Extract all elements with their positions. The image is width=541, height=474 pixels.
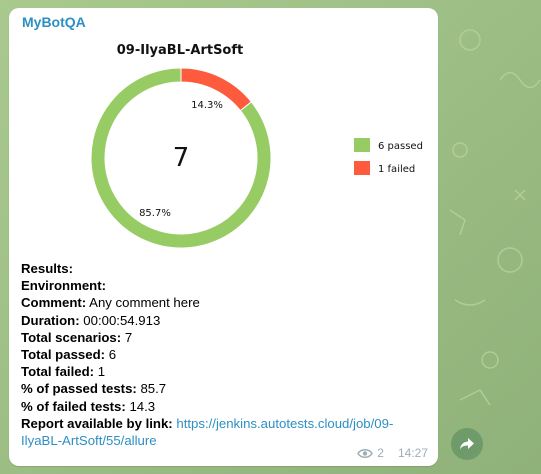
result-line: Total failed: 1 — [21, 363, 431, 380]
result-label: % of failed tests: — [21, 398, 126, 414]
slice-percent-label: 85.7% — [139, 208, 171, 219]
result-label: Duration: — [21, 312, 80, 328]
slice-percent-label: 14.3% — [191, 100, 223, 111]
result-value: 1 — [94, 364, 106, 380]
share-arrow-icon — [460, 438, 474, 450]
result-value: 85.7 — [136, 381, 167, 397]
result-label: Comment: — [21, 295, 87, 311]
result-value: 6 — [105, 347, 117, 363]
result-value: Any comment here — [86, 295, 200, 311]
legend-label: 1 failed — [378, 164, 415, 175]
pie-chart: 09-IlyaBL-ArtSoft 14.3% 85.7% 7 6 passed 1… — [90, 43, 423, 249]
result-value: 00:00:54.913 — [79, 312, 161, 328]
chart-legend: 6 passed 1 failed — [354, 138, 423, 175]
result-value: 7 — [121, 329, 133, 345]
result-label: % of passed tests: — [21, 381, 137, 397]
result-value: 14.3 — [125, 398, 156, 414]
eye-icon — [357, 448, 374, 458]
result-line: Total scenarios: 7 — [21, 329, 431, 346]
result-label: Total failed: — [21, 364, 95, 380]
result-label: Environment: — [21, 278, 106, 294]
message-meta: 2 14:27 — [357, 446, 428, 460]
result-label: Results: — [21, 261, 74, 276]
share-button[interactable] — [451, 428, 483, 460]
result-line: Duration: 00:00:54.913 — [21, 312, 431, 329]
chart-center-label: 7 — [173, 143, 190, 173]
message-bubble: MyBotQA 09-IlyaBL-ArtSoft 14.3% 85.7% 7 6… — [9, 8, 438, 466]
result-label: Total scenarios: — [21, 329, 122, 345]
legend-label: 6 passed — [378, 141, 423, 152]
chart-title: 09-IlyaBL-ArtSoft — [117, 43, 243, 58]
result-line: Environment: — [21, 277, 431, 294]
legend-swatch — [354, 161, 370, 175]
message-time: 14:27 — [397, 446, 428, 460]
view-count: 2 — [377, 446, 384, 460]
report-label: Report available by link: — [21, 415, 173, 431]
result-line: % of passed tests: 85.7 — [21, 380, 431, 397]
results-text: Results: Environment: Comment: Any comment… — [21, 260, 431, 449]
result-line: Total passed: 6 — [21, 346, 431, 363]
result-line: Results: — [21, 260, 431, 277]
report-line: Report available by link: https://jenkin… — [21, 415, 431, 449]
result-line: % of failed tests: 14.3 — [21, 398, 431, 415]
legend-swatch — [354, 138, 370, 152]
result-label: Total passed: — [21, 347, 106, 363]
result-line: Comment: Any comment here — [21, 294, 431, 311]
